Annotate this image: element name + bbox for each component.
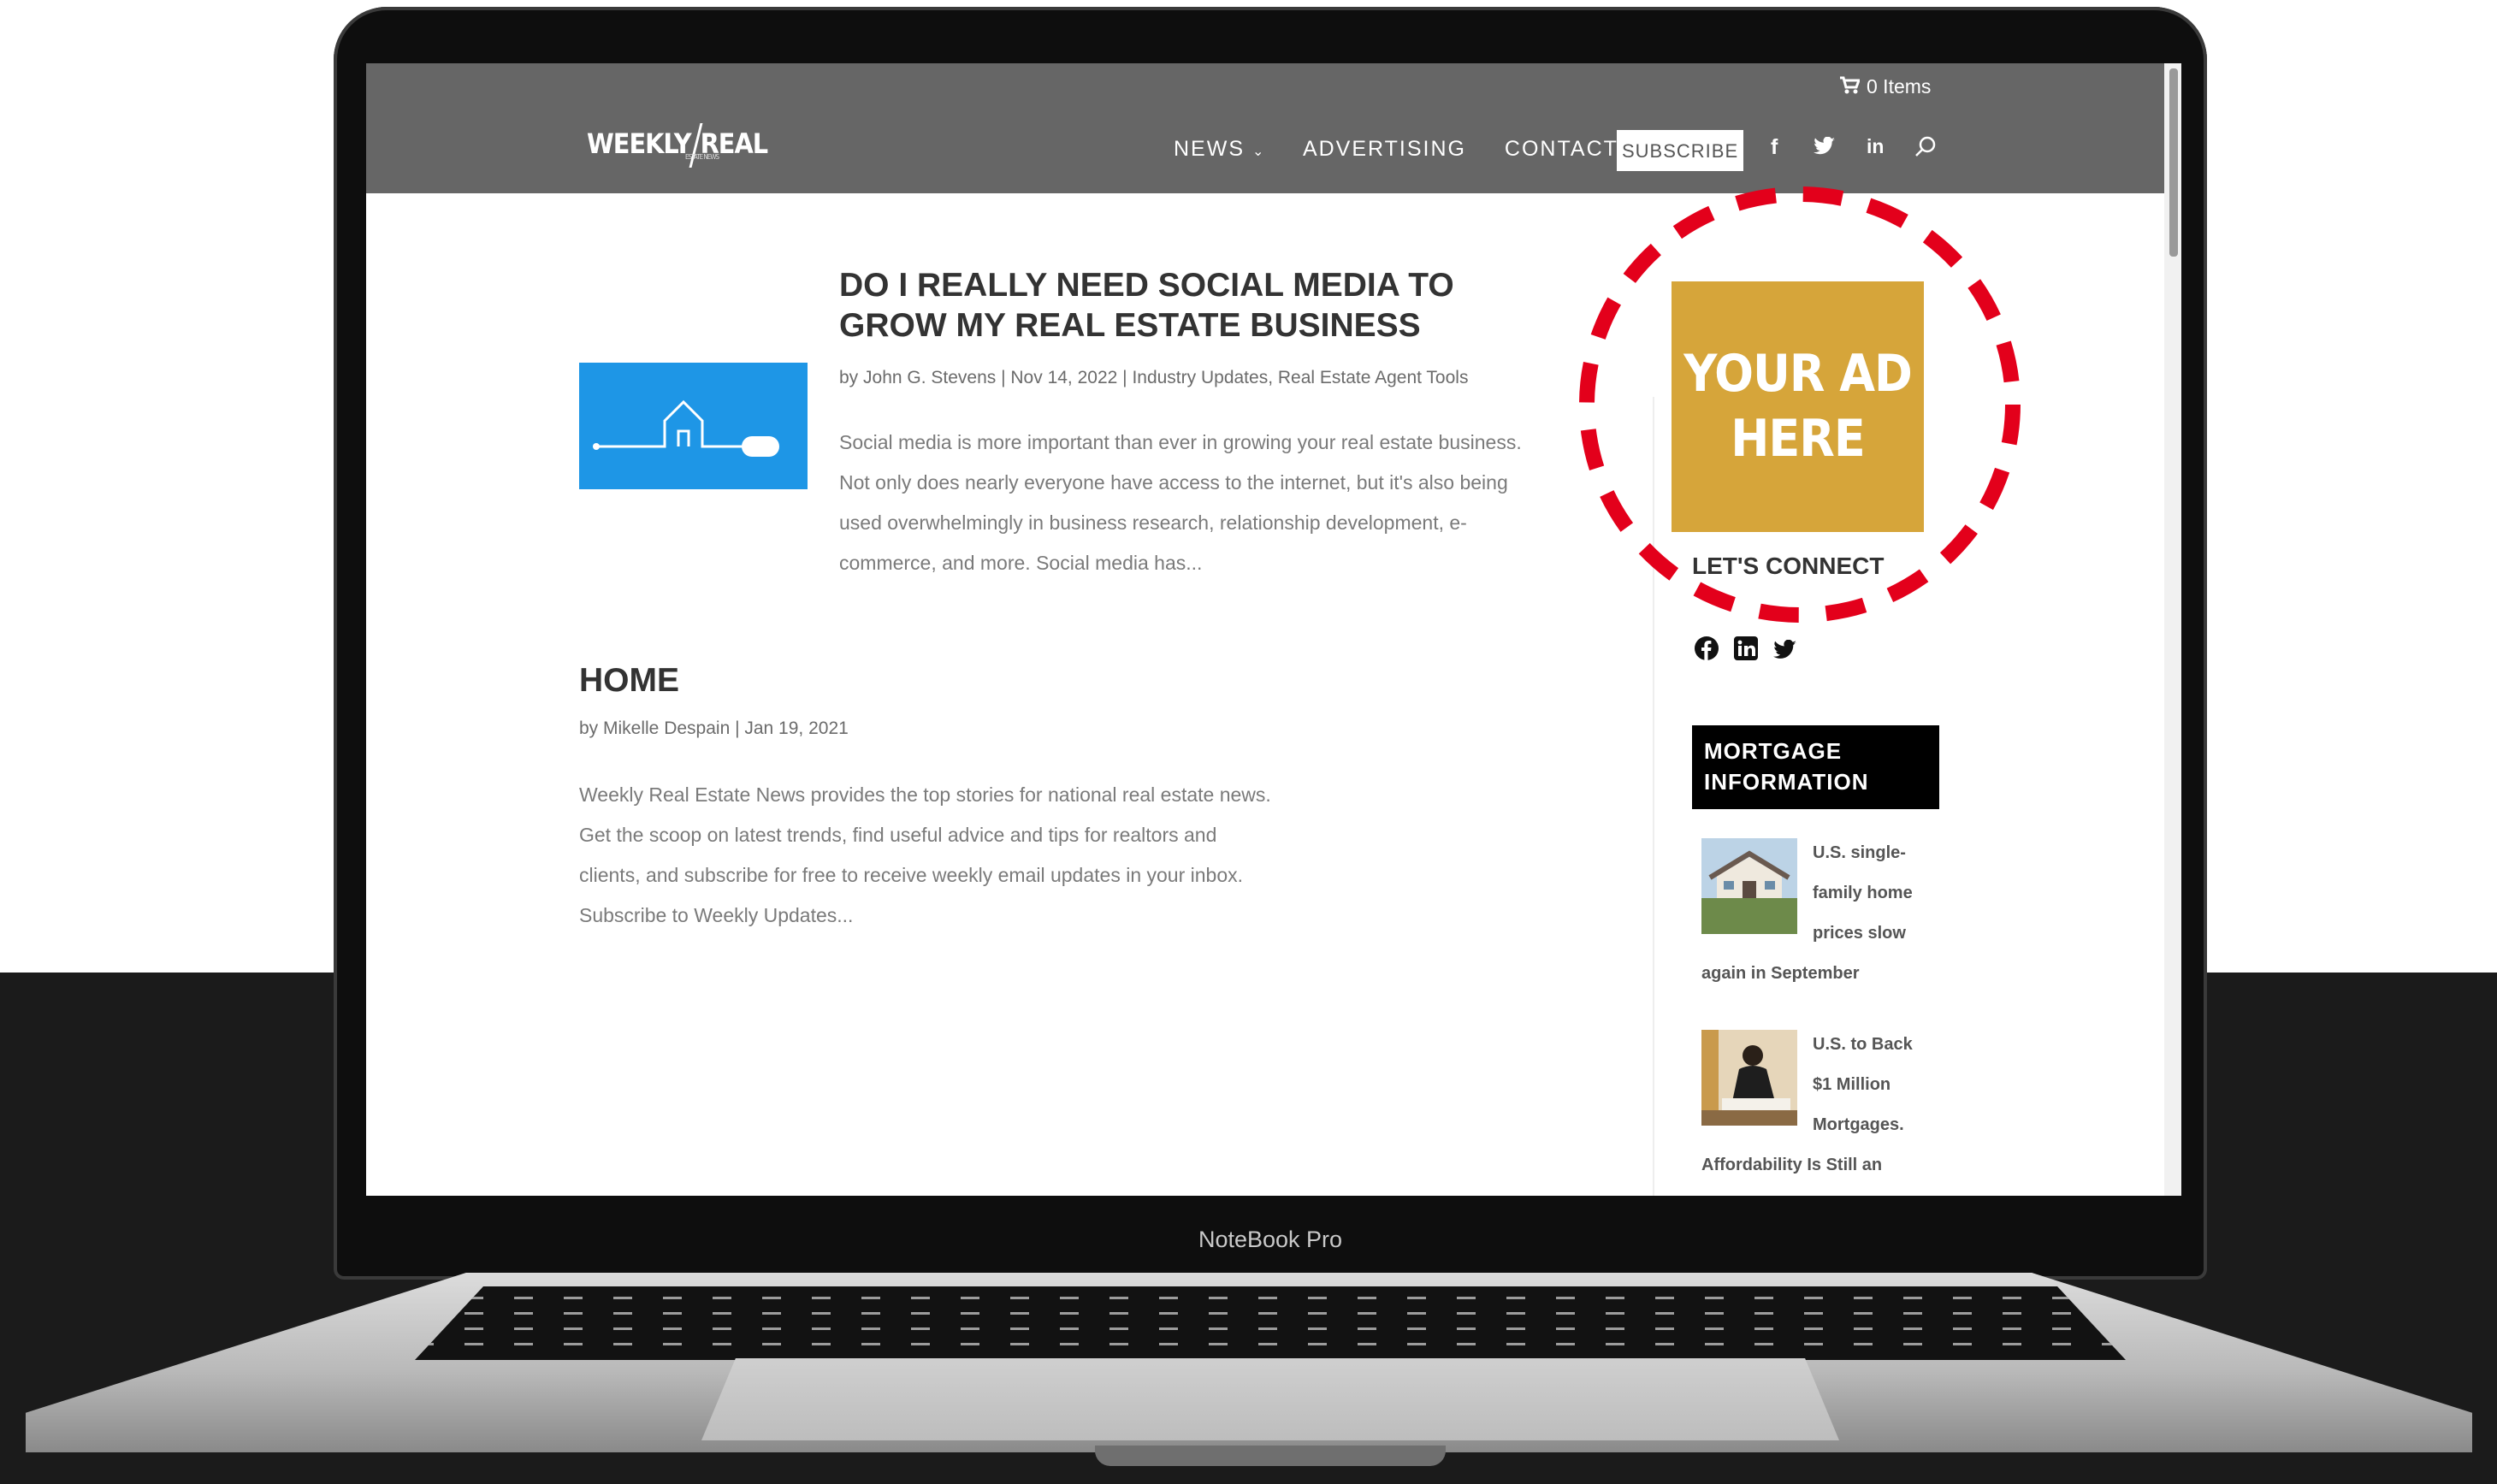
trackpad — [701, 1358, 1839, 1440]
scrollbar[interactable] — [2164, 63, 2181, 1196]
post-excerpt: Weekly Real Estate News provides the top… — [579, 783, 1271, 926]
key-row — [415, 1343, 2126, 1345]
cart-link[interactable]: 0 Items — [1839, 75, 1931, 98]
key-row — [415, 1312, 2126, 1315]
main-nav: NEWS ⌄ ADVERTISING CONTACT — [1174, 137, 1649, 162]
facebook-icon[interactable] — [1695, 636, 1719, 660]
mortgage-list-item[interactable]: U.S. to Back $1 Million Mortgages. Affor… — [1701, 1025, 1928, 1196]
post-meta: by Mikelle Despain | Jan 19, 2021 — [579, 718, 849, 738]
post-excerpt: Social media is more important than ever… — [839, 431, 1522, 574]
linkedin-icon[interactable] — [1734, 636, 1758, 660]
logo-text-left: WEEKLY — [587, 127, 692, 160]
scrollbar-thumb[interactable] — [2169, 68, 2178, 257]
sidebar-social-icons — [1695, 636, 1813, 665]
mortgage-heading: MORTGAGE INFORMATION — [1692, 725, 1939, 809]
subscribe-button[interactable]: SUBSCRIBE — [1617, 130, 1743, 171]
device-label: NoteBook Pro — [1198, 1227, 1343, 1252]
post-title[interactable]: HOME — [579, 662, 679, 700]
cart-icon — [1840, 76, 1861, 94]
nav-advertising[interactable]: ADVERTISING — [1303, 137, 1466, 161]
key-row — [415, 1297, 2126, 1299]
twitter-icon[interactable] — [1814, 136, 1836, 162]
house-photo — [1701, 838, 1797, 934]
site-logo[interactable]: WEEKLY REAL ESTATE NEWS — [587, 123, 768, 168]
linkedin-icon[interactable]: in — [1867, 135, 1884, 158]
house-mouse-icon — [593, 399, 779, 457]
post-thumbnail[interactable] — [579, 363, 808, 489]
post-title[interactable]: DO I REALLY NEED SOCIAL MEDIA TO GROW MY… — [839, 265, 1489, 346]
site-header: WEEKLY REAL ESTATE NEWS 0 Items NEWS ⌄ AD… — [366, 63, 2181, 193]
search-icon[interactable] — [1914, 135, 1937, 163]
nav-news[interactable]: NEWS ⌄ — [1174, 137, 1265, 161]
person-reading-photo — [1701, 1030, 1797, 1126]
cart-label: 0 Items — [1867, 75, 1932, 98]
key-row — [415, 1327, 2126, 1330]
lid-notch — [1095, 1446, 1446, 1466]
mortgage-list-item[interactable]: U.S. single-family home prices slow agai… — [1701, 833, 1928, 994]
facebook-icon[interactable]: f — [1771, 135, 1778, 160]
twitter-icon[interactable] — [1773, 639, 1797, 664]
nav-contact[interactable]: CONTACT — [1505, 137, 1618, 161]
chevron-down-icon: ⌄ — [1251, 145, 1266, 159]
post-meta: by John G. Stevens | Nov 14, 2022 | Indu… — [839, 368, 1469, 387]
highlight-circle — [1579, 186, 2021, 623]
nav-news-label: NEWS — [1174, 137, 1245, 161]
keyboard — [415, 1286, 2126, 1360]
logo-subtext: ESTATE NEWS — [685, 153, 719, 161]
